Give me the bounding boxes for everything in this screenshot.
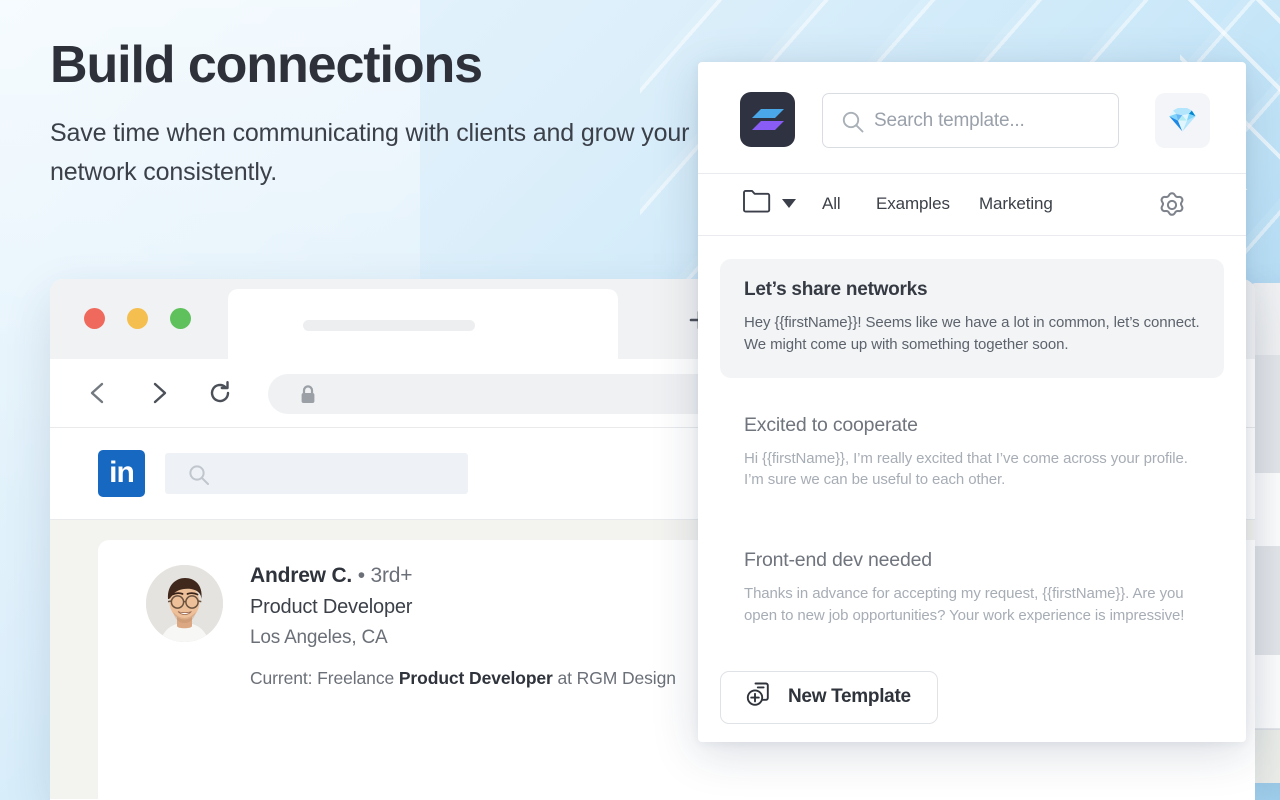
gear-icon — [1156, 192, 1188, 225]
linkedin-search-input[interactable] — [165, 453, 468, 494]
profile-name: Andrew C. — [250, 564, 353, 587]
template-item[interactable]: Front-end dev needed Thanks in advance f… — [720, 529, 1224, 649]
folder-dropdown-button[interactable] — [742, 188, 796, 219]
arrow-left-icon[interactable] — [84, 379, 112, 412]
maximize-window-button[interactable] — [170, 308, 191, 329]
layers-logo-icon[interactable] — [740, 92, 795, 147]
template-title: Excited to cooperate — [744, 413, 918, 436]
chevron-down-icon — [782, 195, 796, 213]
search-input[interactable] — [874, 94, 1108, 147]
browser-tab[interactable] — [228, 289, 618, 359]
new-document-plus-icon — [745, 681, 772, 714]
panel-tab-bar: All Examples Marketing — [698, 174, 1246, 236]
profile-headline: Product Developer — [250, 596, 413, 618]
profile-name-row: Andrew C. • 3rd+ — [250, 564, 676, 588]
template-list: Let’s share networks Hey {{firstName}}! … — [698, 236, 1246, 649]
profile-degree: 3rd+ — [370, 564, 413, 587]
search-template-field[interactable] — [822, 93, 1119, 148]
template-body: Hey {{firstName}}! Seems like we have a … — [744, 314, 1200, 353]
minimize-window-button[interactable] — [127, 308, 148, 329]
template-title: Front-end dev needed — [744, 549, 932, 571]
lock-icon — [298, 384, 318, 411]
template-body: Hi {{firstName}}, I’m really excited tha… — [744, 449, 1188, 489]
new-template-label: New Template — [788, 686, 911, 707]
window-controls[interactable] — [84, 308, 191, 329]
folder-icon — [742, 188, 772, 219]
avatar — [146, 565, 223, 642]
current-suffix: at RGM Design — [552, 668, 676, 688]
profile-current-position: Current: Freelance Product Developer at … — [250, 668, 676, 689]
profile-details: Andrew C. • 3rd+ Product Developer Los A… — [250, 564, 676, 689]
tab-marketing[interactable]: Marketing — [979, 194, 1053, 214]
search-icon — [841, 110, 865, 139]
template-body: Thanks in advance for accepting my reque… — [744, 585, 1185, 624]
tab-title-placeholder — [303, 320, 475, 331]
page-title: Build connections — [50, 36, 483, 94]
arrow-right-icon[interactable] — [145, 379, 173, 412]
profile-degree-separator: • — [357, 564, 365, 587]
panel-header: 💎 — [698, 62, 1246, 174]
tab-all[interactable]: All — [822, 194, 841, 214]
template-item[interactable]: Excited to cooperate Hi {{firstName}}, I… — [720, 394, 1224, 514]
profile-location: Los Angeles, CA — [250, 627, 388, 648]
settings-button[interactable] — [1156, 189, 1188, 226]
current-prefix: Current: Freelance — [250, 668, 399, 688]
linkedin-logo[interactable]: in — [98, 450, 145, 497]
page-subtitle: Save time when communicating with client… — [50, 119, 690, 187]
template-title: Let’s share networks — [744, 279, 928, 300]
current-role: Product Developer — [398, 668, 553, 688]
tab-examples[interactable]: Examples — [876, 194, 950, 214]
new-template-row: New Template — [698, 653, 1246, 724]
premium-gem-button[interactable]: 💎 — [1155, 93, 1210, 148]
search-icon — [188, 464, 210, 491]
template-item[interactable]: Let’s share networks Hey {{firstName}}! … — [720, 259, 1224, 378]
new-template-button[interactable]: New Template — [720, 670, 938, 724]
close-window-button[interactable] — [84, 308, 105, 329]
hero-section: Build connections Save time when communi… — [50, 36, 690, 192]
extension-panel: 💎 All Examples Marketing — [698, 62, 1246, 742]
reload-icon[interactable] — [206, 379, 234, 412]
